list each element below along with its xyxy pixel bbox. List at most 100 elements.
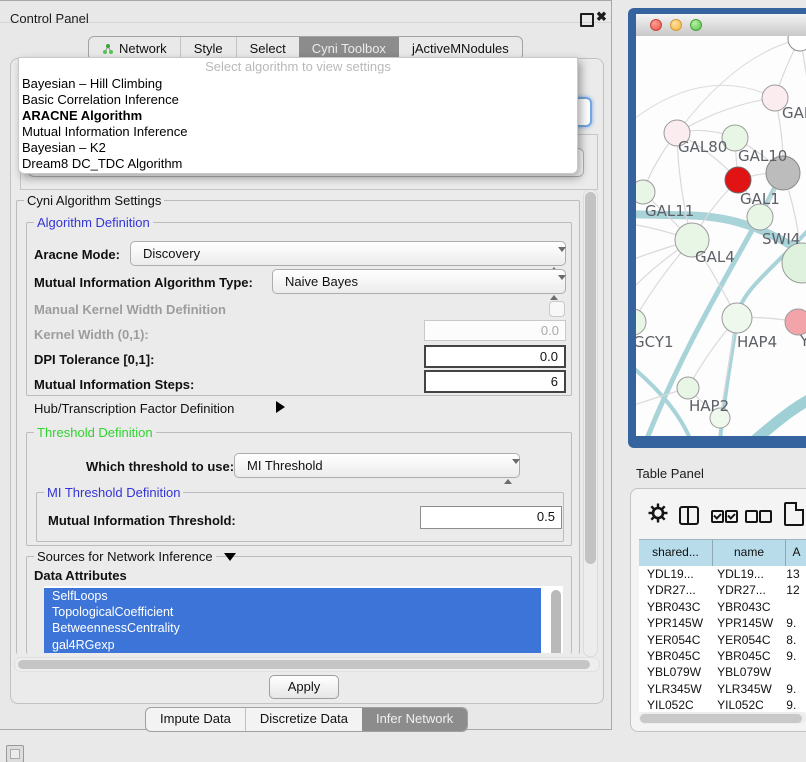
- mi-type-combo[interactable]: Naive Bayes: [272, 269, 566, 294]
- table-cell: YBL079W: [639, 664, 709, 680]
- table-cell: YIL052C: [639, 697, 709, 712]
- algorithm-option[interactable]: Dream8 DC_TDC Algorithm: [19, 156, 577, 172]
- deselect-all-checkbox-icon[interactable]: [759, 510, 772, 523]
- kernel-width-field[interactable]: 0.0: [424, 320, 566, 341]
- mi-threshold-def-label: MI Threshold Definition: [44, 485, 183, 500]
- table-row[interactable]: YDR27...YDR27...12: [639, 582, 806, 598]
- network-edge[interactable]: [754, 396, 806, 436]
- close-traffic-light[interactable]: [650, 19, 662, 31]
- table-panel-title: Table Panel: [636, 466, 704, 481]
- gear-icon[interactable]: [647, 502, 669, 524]
- network-node-label: SWI4: [762, 230, 800, 248]
- tab-select-label: Select: [250, 38, 286, 59]
- aracne-mode-combo[interactable]: Discovery: [130, 241, 566, 266]
- attribute-item[interactable]: BetweennessCentrality: [44, 620, 541, 636]
- column-header-name[interactable]: name: [713, 540, 786, 566]
- table-row[interactable]: YER054CYER054C8.: [639, 632, 806, 648]
- column-header-third[interactable]: A: [786, 540, 806, 566]
- select-all-checkbox-icon[interactable]: [711, 510, 724, 523]
- network-node[interactable]: [788, 36, 806, 51]
- apply-button[interactable]: Apply: [269, 675, 339, 699]
- table-hscrollbar-thumb[interactable]: [640, 714, 802, 723]
- hub-definition-label[interactable]: Hub/Transcription Factor Definition: [34, 401, 234, 416]
- table-cell: YDR27...: [709, 582, 778, 598]
- which-threshold-value: MI Threshold: [247, 458, 323, 473]
- table-cell: YBR045C: [639, 648, 709, 664]
- table-cell: YPR145W: [709, 615, 778, 631]
- float-window-icon[interactable]: [580, 13, 594, 27]
- network-node-label: GAL4: [695, 248, 735, 266]
- table-cell: 9.: [778, 681, 806, 697]
- network-node[interactable]: [677, 377, 699, 399]
- network-node[interactable]: [636, 309, 646, 335]
- combo-spinner-icon: [504, 460, 511, 483]
- close-icon[interactable]: ✖: [596, 9, 607, 25]
- table-row[interactable]: YPR145WYPR145W9.: [639, 615, 806, 631]
- vertical-scrollbar-thumb[interactable]: [585, 192, 596, 564]
- table-cell: YIL052C: [709, 697, 778, 712]
- attribute-item[interactable]: gal4RGexp: [44, 637, 541, 653]
- table-cell: 8.: [778, 632, 806, 648]
- tab-impute-data[interactable]: Impute Data: [146, 708, 245, 731]
- tab-style-label: Style: [194, 38, 223, 59]
- network-node-label: GAL1: [740, 190, 780, 208]
- table-row[interactable]: YBR043CYBR043C: [639, 599, 806, 615]
- network-node-label: GAL: [782, 104, 806, 122]
- network-canvas[interactable]: GALGAL80GAL10GAL1GAL11SWI4GAL4GCY1HAP4YH…: [636, 36, 806, 436]
- minimize-traffic-light[interactable]: [670, 19, 682, 31]
- control-panel-titlebar: [0, 0, 611, 23]
- algorithm-option[interactable]: Bayesian – Hill Climbing: [19, 76, 577, 92]
- tab-discretize-data[interactable]: Discretize Data: [245, 708, 362, 731]
- mi-threshold-field[interactable]: 0.5: [420, 506, 562, 529]
- table-row[interactable]: YDL19...YDL19...13: [639, 566, 806, 582]
- tab-infer-network[interactable]: Infer Network: [362, 708, 467, 731]
- network-window-titlebar[interactable]: [636, 14, 806, 37]
- tab-jactivemnodules-label: jActiveMNodules: [412, 38, 509, 59]
- algorithm-option[interactable]: Bayesian – K2: [19, 140, 577, 156]
- deselect-all-checkbox-icon[interactable]: [745, 510, 758, 523]
- algorithm-option[interactable]: Basic Correlation Inference: [19, 92, 577, 108]
- table-cell: YER054C: [709, 632, 778, 648]
- network-edge[interactable]: [636, 85, 775, 121]
- columns-icon[interactable]: [679, 506, 699, 525]
- algorithm-option[interactable]: Mutual Information Inference: [19, 124, 577, 140]
- table-row[interactable]: YBR045CYBR045C9.: [639, 648, 806, 664]
- minimized-panel-icon[interactable]: [6, 745, 24, 762]
- export-table-icon[interactable]: [784, 502, 804, 526]
- dropdown-item-list: Bayesian – Hill ClimbingBasic Correlatio…: [19, 76, 577, 172]
- table-row[interactable]: YLR345WYLR345W9.: [639, 681, 806, 697]
- table-hscrollbar-track[interactable]: [639, 712, 806, 724]
- table-cell: 13: [778, 566, 806, 582]
- tab-cyni-toolbox-label: Cyni Toolbox: [312, 38, 386, 59]
- dpi-tolerance-field[interactable]: 0.0: [424, 345, 566, 368]
- table-cell: 9.: [778, 648, 806, 664]
- list-scrollbar-thumb[interactable]: [551, 590, 561, 653]
- screen: Control Panel ✖ Network Style Select Cyn…: [0, 0, 806, 762]
- zoom-traffic-light[interactable]: [690, 19, 702, 31]
- combo-spinner-icon: [550, 276, 557, 299]
- data-attributes-label: Data Attributes: [34, 568, 127, 583]
- aracne-mode-value: Discovery: [143, 246, 200, 261]
- attribute-item[interactable]: SelfLoops: [44, 588, 541, 604]
- table-row[interactable]: YIL052CYIL052C9.: [639, 697, 806, 712]
- column-header-shared-name[interactable]: shared...: [639, 540, 713, 566]
- which-threshold-combo[interactable]: MI Threshold: [234, 453, 520, 478]
- combo-spinner-icon: [550, 248, 557, 271]
- select-all-checkbox-icon[interactable]: [725, 510, 738, 523]
- data-attributes-list[interactable]: SelfLoopsTopologicalCoefficientBetweenne…: [44, 586, 563, 653]
- algorithm-option[interactable]: ARACNE Algorithm: [19, 108, 577, 124]
- table-panel: shared... name A YDL19...YDL19...13YDR27…: [630, 488, 806, 732]
- manual-kernel-checkbox[interactable]: [549, 301, 565, 317]
- expand-arrow-icon[interactable]: [276, 401, 285, 413]
- collapse-arrow-icon[interactable]: [224, 553, 236, 561]
- table-row[interactable]: YBL079WYBL079W: [639, 664, 806, 680]
- mi-type-label: Mutual Information Algorithm Type:: [34, 275, 253, 290]
- network-node[interactable]: [722, 303, 752, 333]
- network-node[interactable]: [636, 180, 655, 204]
- network-edge[interactable]: [677, 98, 775, 133]
- mi-steps-field[interactable]: 6: [424, 370, 566, 393]
- attribute-item[interactable]: TopologicalCoefficient: [44, 604, 541, 620]
- sources-label: Sources for Network Inference: [34, 549, 216, 564]
- horizontal-scrollbar-thumb[interactable]: [18, 660, 590, 669]
- network-node[interactable]: [782, 243, 806, 283]
